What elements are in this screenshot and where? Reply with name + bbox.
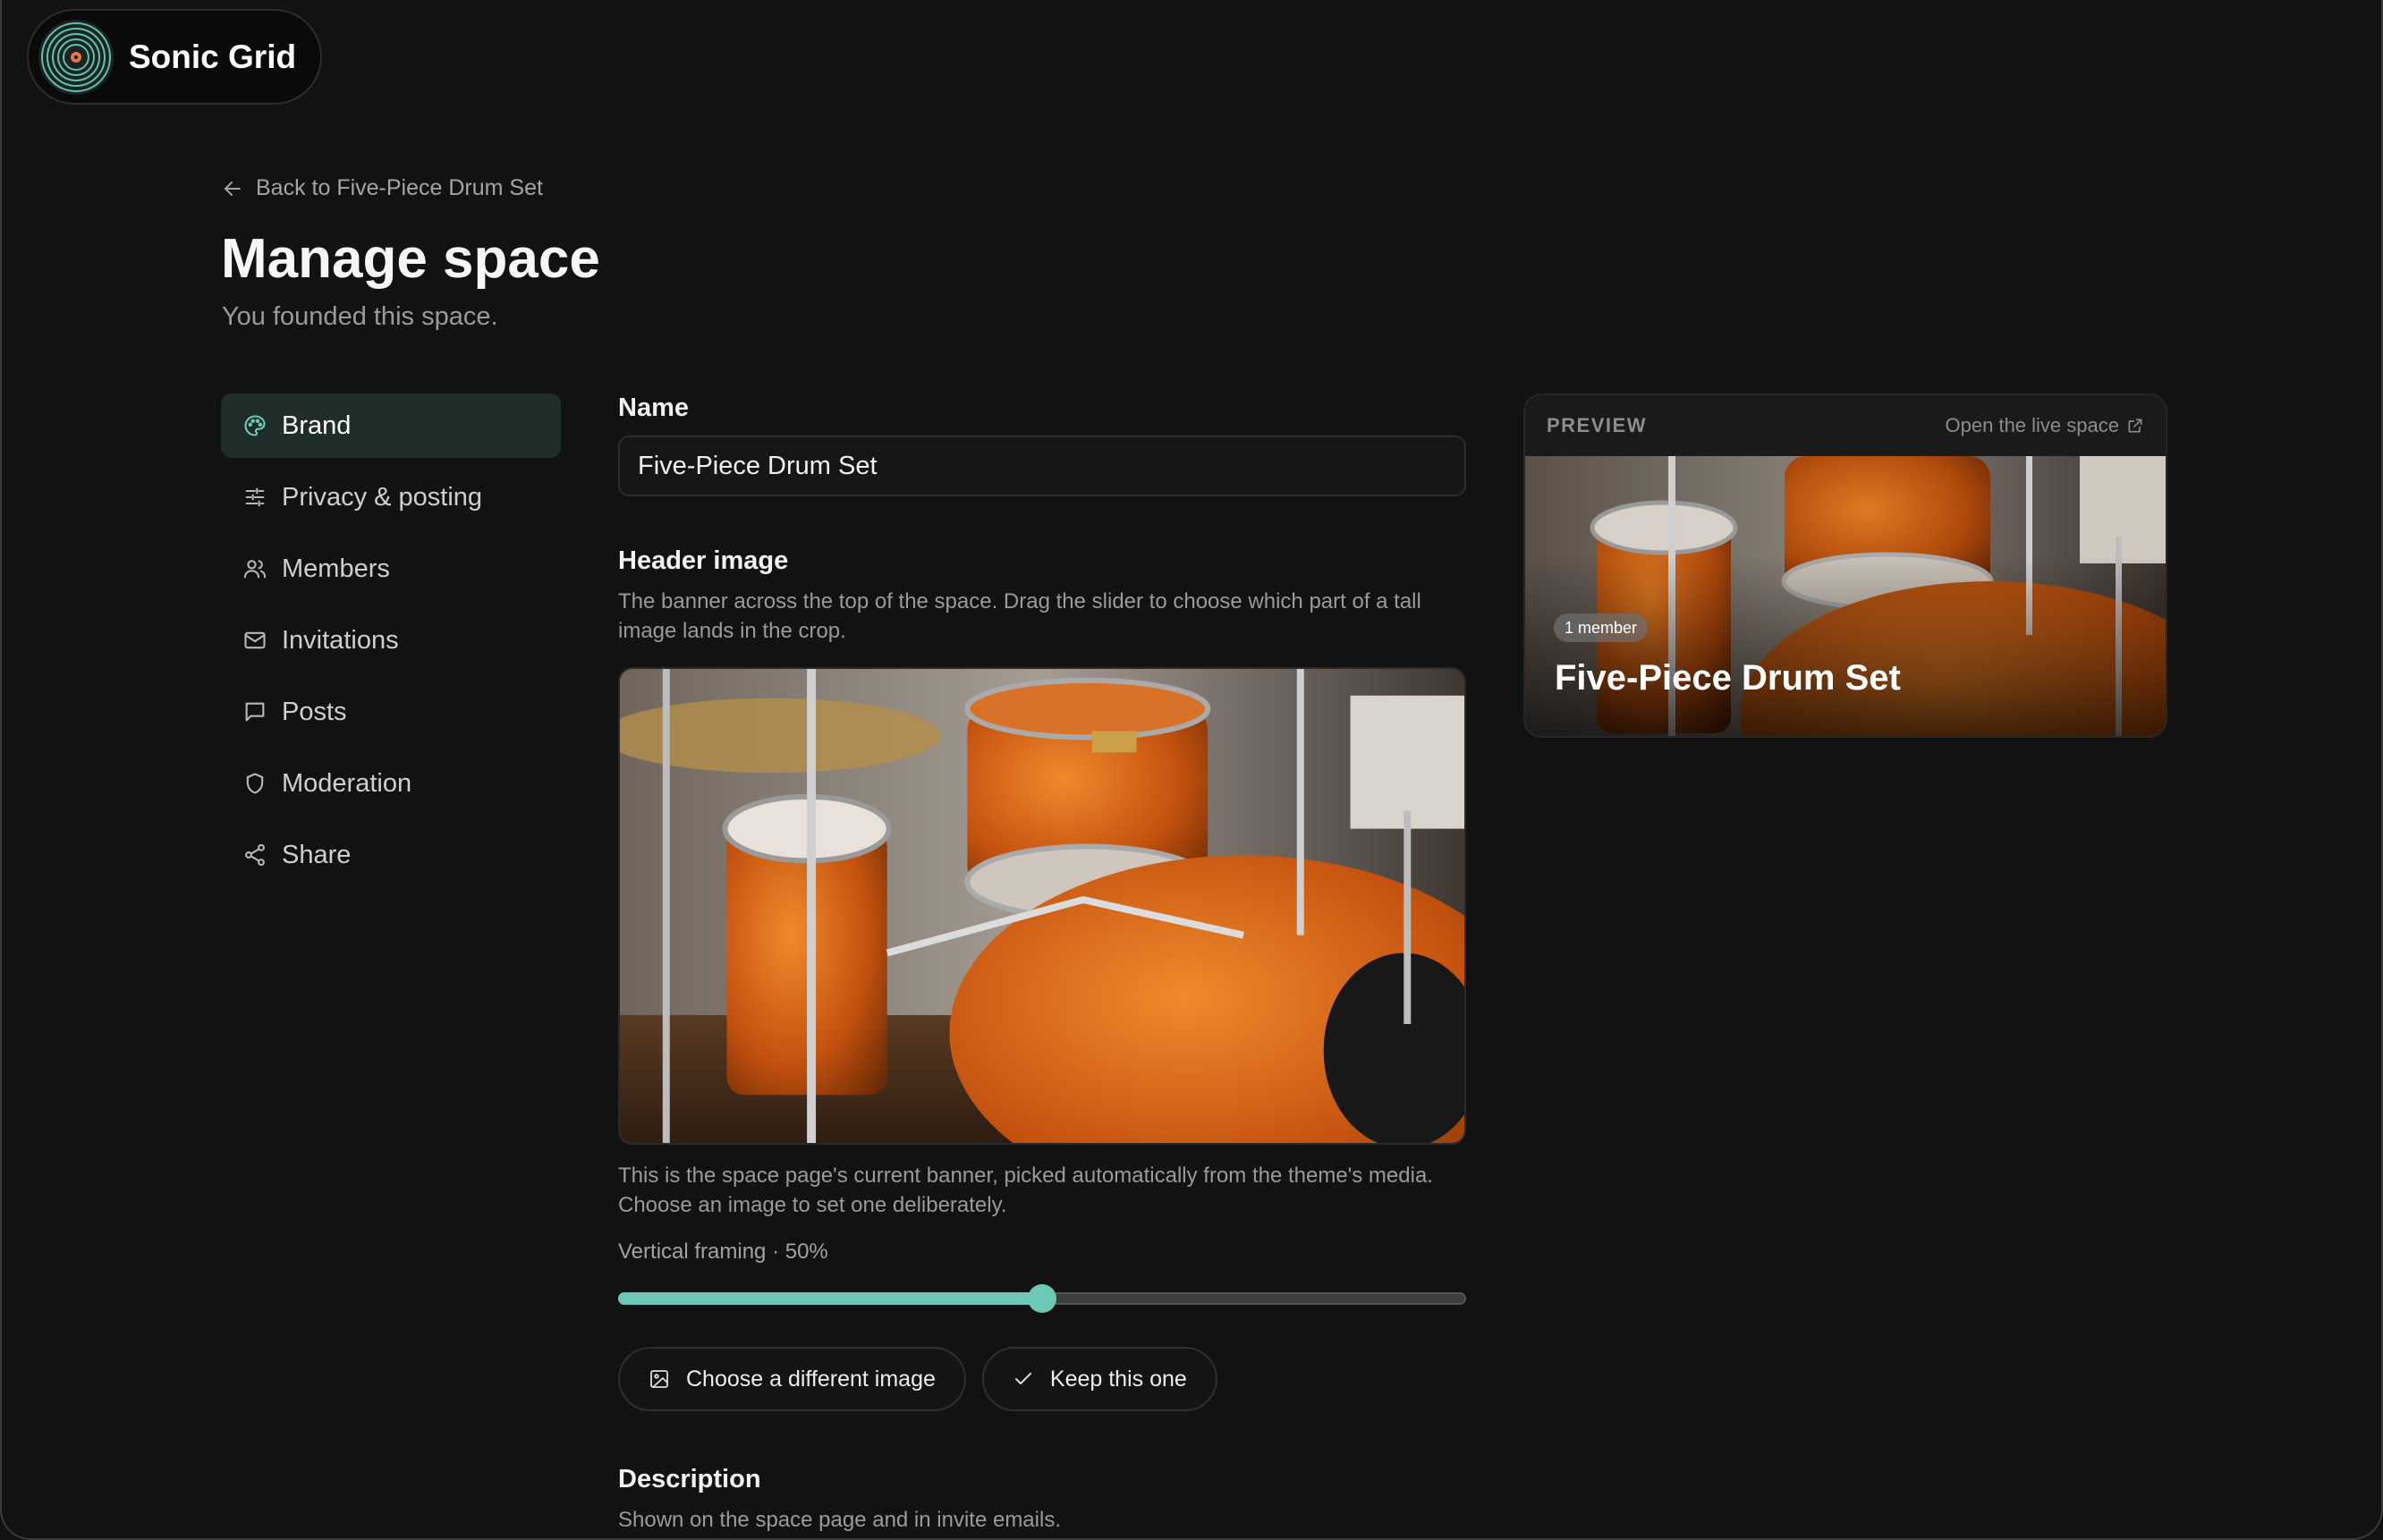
settings-sidebar: Brand Privacy & posting Members Invitati… <box>221 393 561 894</box>
mail-icon <box>244 631 266 649</box>
message-icon <box>245 702 265 722</box>
users-icon <box>243 560 267 579</box>
open-live-space-label: Open the live space <box>1945 414 2119 436</box>
sidebar-item-invitations[interactable]: Invitations <box>221 608 561 673</box>
preview-header: PREVIEW Open the live space <box>1525 395 2166 456</box>
member-count-badge: 1 member <box>1554 613 1649 642</box>
sidebar-item-label: Brand <box>282 410 352 440</box>
header-image-help: The banner across the top of the space. … <box>618 589 1421 643</box>
sidebar-item-posts[interactable]: Posts <box>221 680 561 744</box>
external-link-icon <box>2128 419 2142 433</box>
drum-set-photo <box>620 669 1464 1143</box>
sliders-icon <box>245 487 265 507</box>
choose-image-button[interactable]: Choose a different image <box>618 1347 966 1411</box>
header-image-label: Header image <box>618 546 789 575</box>
header-image-section: Header image The banner across the top o… <box>618 546 1466 1411</box>
header-image-banner <box>618 667 1466 1145</box>
brand-logo[interactable]: Sonic Grid <box>27 9 322 105</box>
image-icon <box>650 1370 668 1388</box>
description-label: Description <box>618 1465 761 1493</box>
sidebar-item-label: Privacy & posting <box>282 482 483 512</box>
preview-tag: PREVIEW <box>1547 414 1647 436</box>
app-window: Sonic Grid Back to Five-Piece Drum Set M… <box>0 0 2383 1540</box>
name-label: Name <box>618 393 689 422</box>
image-actions: Choose a different image Keep this one <box>618 1347 1466 1411</box>
sidebar-item-label: Share <box>282 840 352 869</box>
palette-icon <box>244 415 266 436</box>
page-title: Manage space <box>221 228 600 290</box>
open-live-space-link[interactable]: Open the live space <box>1946 414 2144 437</box>
page-subtitle: You founded this space. <box>222 302 498 331</box>
space-name-input[interactable] <box>618 436 1466 496</box>
keep-image-label: Keep this one <box>1049 1366 1187 1392</box>
vertical-framing-slider[interactable] <box>618 1282 1466 1315</box>
sidebar-item-label: Moderation <box>282 768 412 798</box>
brand-settings-form: Name Header image The banner across the … <box>618 393 1466 1535</box>
sidebar-item-label: Members <box>282 554 390 583</box>
vinyl-disc-icon <box>38 19 114 95</box>
share-icon <box>245 843 265 867</box>
preview-space-title: Five-Piece Drum Set <box>1555 658 1901 698</box>
app-name: Sonic Grid <box>129 38 297 75</box>
choose-image-label: Choose a different image <box>686 1366 936 1392</box>
arrow-left-icon <box>225 181 241 196</box>
sidebar-item-share[interactable]: Share <box>221 823 561 887</box>
vertical-framing-label: Vertical framing · 50% <box>618 1240 828 1264</box>
shield-icon <box>246 773 264 794</box>
sidebar-item-privacy[interactable]: Privacy & posting <box>221 465 561 529</box>
space-preview-card: PREVIEW Open the live space 1 member Fiv… <box>1523 393 2167 738</box>
sidebar-item-moderation[interactable]: Moderation <box>221 751 561 816</box>
banner-note: This is the space page's current banner,… <box>618 1163 1433 1217</box>
keep-image-button[interactable]: Keep this one <box>981 1347 1217 1411</box>
sidebar-item-label: Invitations <box>282 625 399 655</box>
sidebar-item-label: Posts <box>282 697 347 726</box>
back-link-label: Back to Five-Piece Drum Set <box>256 175 543 200</box>
description-help: Shown on the space page and in invite em… <box>618 1508 1061 1532</box>
slider-fill <box>618 1292 1042 1305</box>
sidebar-item-members[interactable]: Members <box>221 537 561 601</box>
sidebar-item-brand[interactable]: Brand <box>221 393 561 458</box>
slider-thumb[interactable] <box>1028 1284 1056 1313</box>
back-link[interactable]: Back to Five-Piece Drum Set <box>222 175 543 201</box>
check-icon <box>1014 1373 1031 1384</box>
